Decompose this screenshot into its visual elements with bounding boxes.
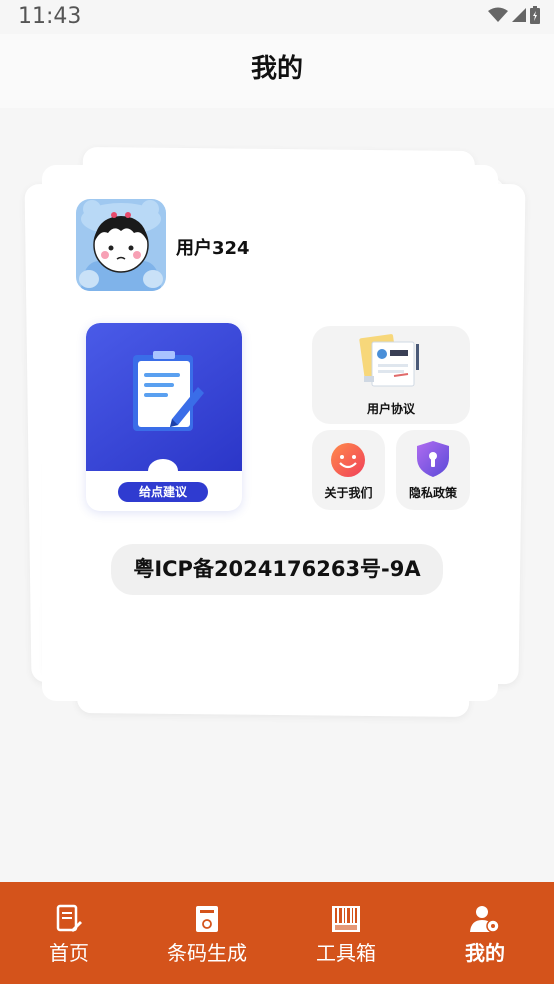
avatar[interactable]: [76, 199, 166, 291]
battery-icon: [530, 6, 540, 24]
status-icons: [488, 6, 540, 24]
feedback-card-banner: [86, 323, 242, 471]
clipboard-edit-icon: [133, 351, 204, 431]
feedback-card[interactable]: 给点建议: [86, 323, 242, 511]
icp-record: 粤ICP备2024176263号-9A: [111, 544, 443, 595]
nav-item-home[interactable]: 首页: [9, 882, 129, 984]
bottom-nav: 首页 条码生成 工具箱 我的: [0, 882, 554, 984]
nav-label-toolbox: 工具箱: [316, 941, 376, 965]
signal-icon: [512, 8, 526, 22]
feedback-button[interactable]: 给点建议: [118, 482, 208, 502]
nav-label-home: 首页: [49, 941, 89, 965]
status-time: 11:43: [18, 4, 82, 29]
home-doc-icon: [56, 904, 82, 932]
privacy-policy-label: 隐私政策: [408, 486, 457, 500]
nav-item-mine[interactable]: 我的: [425, 882, 545, 984]
nav-item-barcode-generate[interactable]: 条码生成: [147, 882, 267, 984]
wifi-icon: [488, 7, 508, 22]
about-us-tile[interactable]: 关于我们: [312, 430, 385, 510]
user-agreement-tile[interactable]: 用户协议: [312, 326, 470, 424]
username: 用户324: [176, 238, 250, 259]
toolbox-barcode-icon: [332, 906, 360, 932]
barcode-generate-icon: [196, 906, 218, 932]
about-us-label: 关于我们: [324, 486, 373, 500]
nav-item-toolbox[interactable]: 工具箱: [286, 882, 406, 984]
user-settings-icon: [470, 906, 500, 933]
avatar-image: [76, 199, 166, 291]
page-title: 我的: [250, 54, 303, 84]
user-agreement-label: 用户协议: [366, 402, 415, 416]
nav-label-mine: 我的: [465, 941, 505, 965]
smiley-face-icon: [331, 443, 365, 477]
privacy-policy-tile[interactable]: 隐私政策: [396, 430, 470, 510]
status-bar: 11:43: [0, 0, 554, 34]
agreement-document-icon: [359, 334, 419, 387]
feedback-card-notch: [148, 459, 178, 483]
shield-lock-icon: [417, 441, 449, 477]
nav-label-barcode-generate: 条码生成: [167, 941, 247, 965]
page-header: 我的: [0, 34, 554, 108]
